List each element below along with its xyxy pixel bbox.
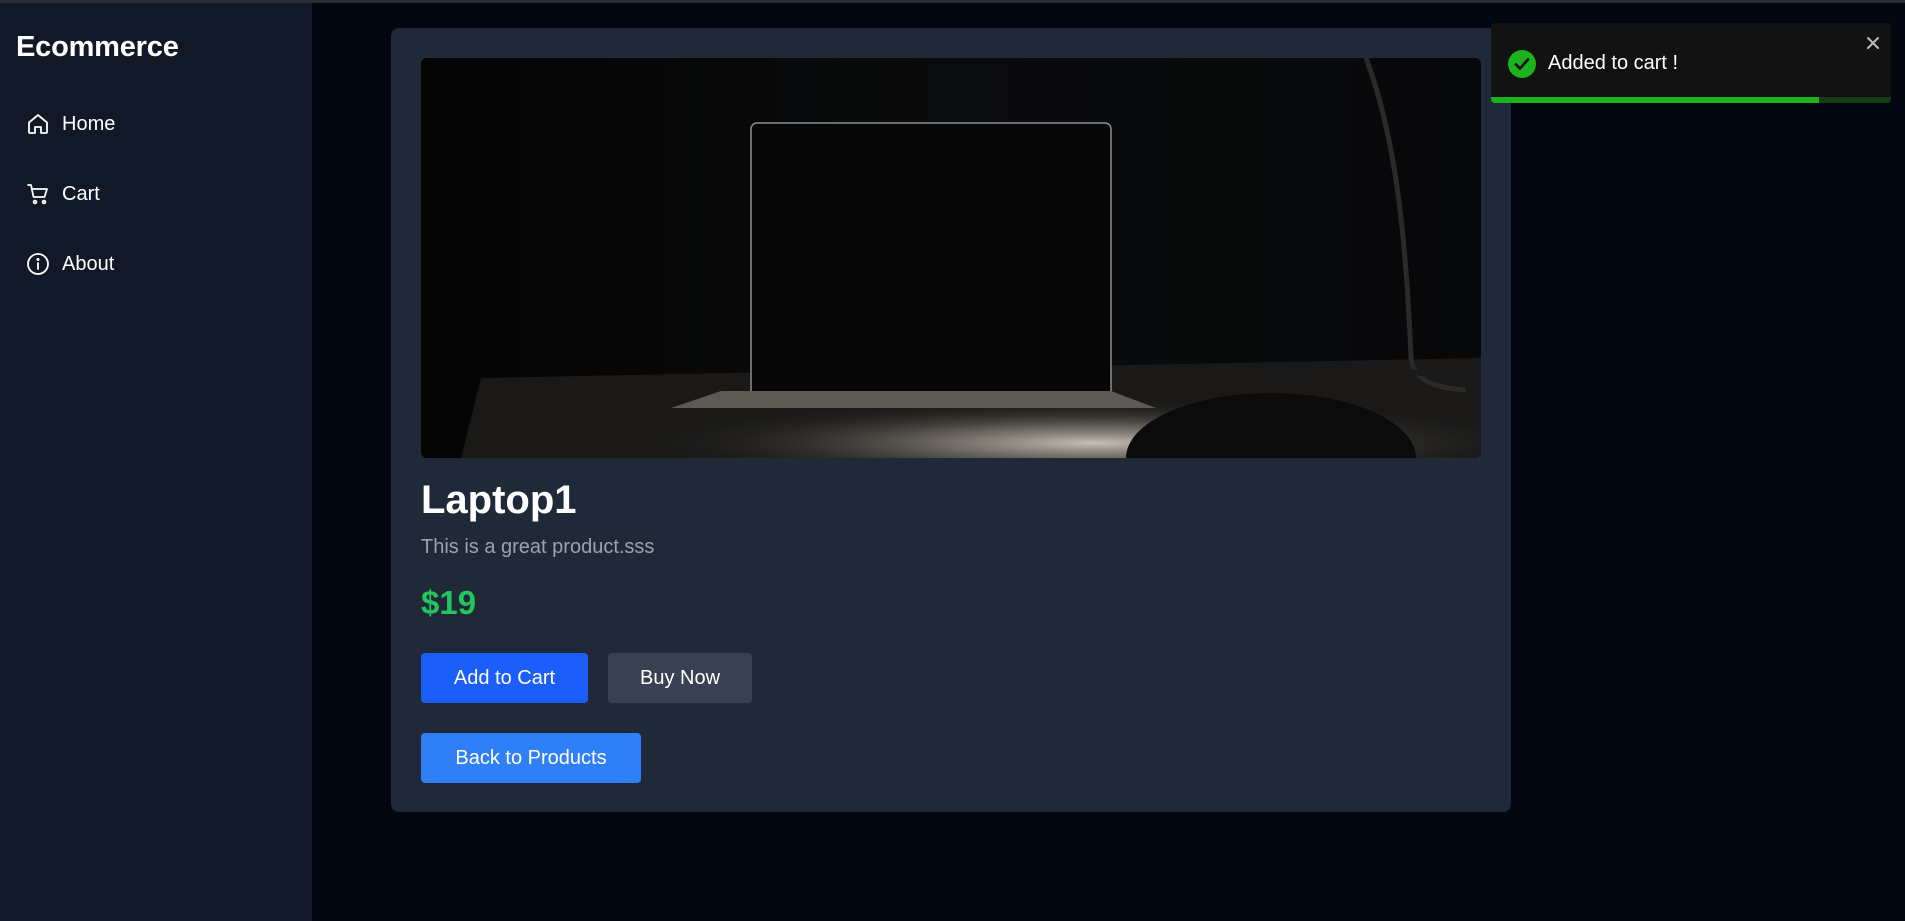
buy-now-button[interactable]: Buy Now bbox=[608, 653, 752, 703]
close-icon[interactable] bbox=[1863, 33, 1883, 53]
toast-message: Added to cart ! bbox=[1548, 52, 1679, 74]
sidebar: Ecommerce Home Cart About bbox=[0, 3, 312, 921]
add-to-cart-button[interactable]: Add to Cart bbox=[421, 653, 588, 703]
sidebar-item-label: Cart bbox=[62, 182, 100, 205]
sidebar-item-cart[interactable]: Cart bbox=[26, 178, 100, 210]
product-title: Laptop1 bbox=[421, 478, 577, 522]
sidebar-item-home[interactable]: Home bbox=[26, 108, 115, 140]
info-icon bbox=[26, 252, 50, 276]
product-card: Laptop1 This is a great product.sss $19 … bbox=[391, 28, 1511, 812]
toast-progress-track bbox=[1491, 97, 1891, 103]
sidebar-item-label: Home bbox=[62, 112, 116, 135]
sidebar-item-label: About bbox=[62, 252, 115, 275]
product-price: $19 bbox=[421, 584, 477, 621]
product-image bbox=[421, 58, 1481, 458]
check-circle-icon bbox=[1508, 50, 1536, 78]
sidebar-item-about[interactable]: About bbox=[26, 248, 114, 280]
back-to-products-button[interactable]: Back to Products bbox=[421, 733, 641, 783]
home-icon bbox=[26, 112, 50, 136]
toast-progress-bar bbox=[1491, 97, 1819, 103]
product-description: This is a great product.sss bbox=[421, 536, 655, 558]
brand-logo[interactable]: Ecommerce bbox=[16, 31, 179, 64]
toast-notification: Added to cart ! bbox=[1491, 23, 1891, 103]
cart-icon bbox=[26, 182, 50, 206]
